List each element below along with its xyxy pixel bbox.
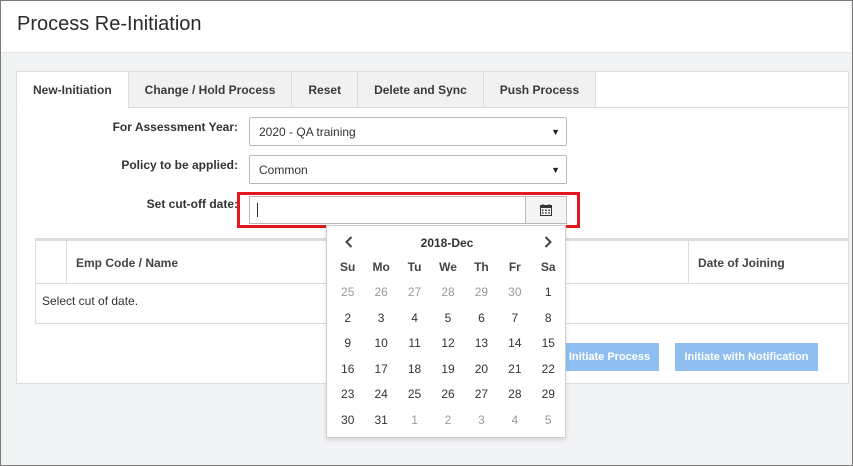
initiate-with-notification-button[interactable]: Initiate with Notification xyxy=(675,343,818,371)
calendar-day[interactable]: 25 xyxy=(331,280,364,306)
calendar-icon xyxy=(540,204,552,216)
calendar-day[interactable]: 14 xyxy=(498,331,531,357)
calendar-days-grid: Su Mo Tu We Th Fr Sa 25 26 27 28 29 30 1 2 3 4 5 6 7 8 9 10 11 1… xyxy=(331,260,565,433)
calendar-day[interactable]: 4 xyxy=(498,408,531,434)
tab-push-process[interactable]: Push Process xyxy=(483,71,597,108)
cutoff-date-field xyxy=(249,196,567,224)
tab-change-hold-process[interactable]: Change / Hold Process xyxy=(128,71,293,108)
calendar-day[interactable]: 4 xyxy=(398,306,431,332)
calendar-day[interactable]: 20 xyxy=(465,357,498,383)
calendar-day[interactable]: 31 xyxy=(364,408,397,434)
caret-down-icon: ▼ xyxy=(551,165,560,175)
tab-delete-and-sync[interactable]: Delete and Sync xyxy=(358,71,484,108)
calendar-day[interactable]: 27 xyxy=(465,382,498,408)
weekday-header: Su xyxy=(340,260,356,274)
calendar-day[interactable]: 26 xyxy=(431,382,464,408)
weekday-header: We xyxy=(439,260,457,274)
calendar-day[interactable]: 27 xyxy=(398,280,431,306)
calendar-day[interactable]: 7 xyxy=(498,306,531,332)
cutoff-date-label: Set cut-off date: xyxy=(146,197,238,211)
calendar-day[interactable]: 25 xyxy=(398,382,431,408)
weekday-header: Tu xyxy=(407,260,422,274)
tab-bar: New-Initiation Change / Hold Process Res… xyxy=(16,71,597,109)
calendar-day[interactable]: 29 xyxy=(532,382,565,408)
calendar-day[interactable]: 13 xyxy=(465,331,498,357)
page-title: Process Re-Initiation xyxy=(17,13,202,35)
weekday-header: Mo xyxy=(372,260,390,274)
calendar-day[interactable]: 6 xyxy=(465,306,498,332)
text-cursor xyxy=(257,203,258,217)
calendar-day[interactable]: 30 xyxy=(498,280,531,306)
tab-new-initiation[interactable]: New-Initiation xyxy=(16,71,129,109)
calendar-day[interactable]: 26 xyxy=(364,280,397,306)
calendar-day[interactable]: 2 xyxy=(331,306,364,332)
policy-select[interactable]: Common ▼ xyxy=(249,155,567,184)
calendar-day[interactable]: 5 xyxy=(431,306,464,332)
calendar-day[interactable]: 15 xyxy=(532,331,565,357)
calendar-month-title[interactable]: 2018-Dec xyxy=(327,236,567,250)
caret-down-icon: ▼ xyxy=(551,127,560,137)
calendar-day[interactable]: 18 xyxy=(398,357,431,383)
calendar-day[interactable]: 21 xyxy=(498,357,531,383)
assessment-year-label: For Assessment Year: xyxy=(112,120,238,134)
calendar-day[interactable]: 1 xyxy=(398,408,431,434)
grid-empty-message: Select cut of date. xyxy=(42,294,139,308)
column-divider xyxy=(688,241,689,284)
calendar-day[interactable]: 30 xyxy=(331,408,364,434)
weekday-header: Fr xyxy=(508,260,521,274)
calendar-day[interactable]: 28 xyxy=(431,280,464,306)
policy-value: Common xyxy=(259,162,308,177)
column-emp-code-name[interactable]: Emp Code / Name xyxy=(76,256,178,270)
grid-select-column[interactable] xyxy=(36,241,67,284)
next-month-button[interactable] xyxy=(537,232,559,252)
cutoff-date-input[interactable] xyxy=(250,197,525,223)
date-picker-popup: 2018-Dec Su Mo Tu We Th Fr Sa 25 26 27 28 29 30 1 2 3 4 5… xyxy=(326,225,566,438)
chevron-right-icon xyxy=(544,236,552,248)
calendar-day[interactable]: 10 xyxy=(364,331,397,357)
assessment-year-value: 2020 - QA training xyxy=(259,124,356,139)
column-date-of-joining[interactable]: Date of Joining xyxy=(698,256,785,270)
calendar-day[interactable]: 22 xyxy=(532,357,565,383)
calendar-day[interactable]: 5 xyxy=(532,408,565,434)
tab-reset[interactable]: Reset xyxy=(292,71,359,108)
calendar-day[interactable]: 16 xyxy=(331,357,364,383)
calendar-day[interactable]: 8 xyxy=(532,306,565,332)
calendar-day[interactable]: 28 xyxy=(498,382,531,408)
assessment-year-select[interactable]: 2020 - QA training ▼ xyxy=(249,117,567,146)
calendar-day[interactable]: 19 xyxy=(431,357,464,383)
weekday-header: Sa xyxy=(540,260,556,274)
calendar-day[interactable]: 24 xyxy=(364,382,397,408)
calendar-day[interactable]: 9 xyxy=(331,331,364,357)
policy-label: Policy to be applied: xyxy=(121,158,238,172)
calendar-day[interactable]: 17 xyxy=(364,357,397,383)
page-header: Process Re-Initiation xyxy=(1,1,850,53)
calendar-day[interactable]: 1 xyxy=(532,280,565,306)
calendar-day[interactable]: 12 xyxy=(431,331,464,357)
calendar-button[interactable] xyxy=(525,197,566,223)
tab-strip-divider xyxy=(566,107,849,108)
initiate-process-button[interactable]: Initiate Process xyxy=(560,343,659,371)
calendar-day[interactable]: 23 xyxy=(331,382,364,408)
calendar-day[interactable]: 3 xyxy=(364,306,397,332)
calendar-day[interactable]: 2 xyxy=(431,408,464,434)
calendar-day[interactable]: 29 xyxy=(465,280,498,306)
calendar-day[interactable]: 3 xyxy=(465,408,498,434)
weekday-header: Th xyxy=(474,260,489,274)
calendar-day[interactable]: 11 xyxy=(398,331,431,357)
